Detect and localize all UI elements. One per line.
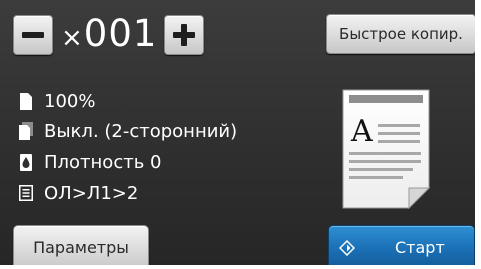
preview-letter: A	[351, 114, 373, 149]
start-diamond-icon	[338, 239, 356, 256]
page-size-icon	[18, 92, 34, 110]
screen-bezel-right	[475, 0, 481, 269]
quick-copy-label: Быстрое копир.	[339, 25, 463, 43]
decrease-copies-button[interactable]	[13, 15, 53, 55]
copy-screen: × 001 Быстрое копир. 100% Выкл. (2-сторо…	[0, 0, 481, 269]
setting-row-layout: ОЛ>Л1>2	[18, 181, 138, 205]
copy-count: × 001	[61, 12, 157, 56]
increase-copies-button[interactable]	[164, 15, 204, 55]
options-button[interactable]: Параметры	[13, 225, 149, 269]
start-label: Старт	[395, 238, 445, 257]
setting-text-enlarge: 100%	[44, 90, 96, 112]
minus-icon	[22, 24, 44, 46]
start-button[interactable]: Старт	[328, 225, 475, 269]
plus-icon	[173, 24, 195, 46]
setting-row-enlarge: 100%	[18, 89, 95, 113]
quick-copy-button[interactable]: Быстрое копир.	[326, 14, 476, 54]
density-drop-icon	[18, 153, 34, 171]
setting-text-layout: ОЛ>Л1>2	[44, 182, 139, 204]
setting-row-density: Плотность 0	[18, 150, 161, 174]
copy-count-prefix: ×	[61, 23, 83, 53]
setting-text-duplex: Выкл. (2-сторонний)	[44, 120, 238, 142]
options-label: Параметры	[33, 238, 129, 257]
layout-list-icon	[18, 184, 34, 202]
copy-count-value: 001	[83, 12, 158, 55]
setting-text-density: Плотность 0	[44, 151, 162, 173]
screen-bezel-bottom	[0, 265, 481, 269]
setting-row-duplex: Выкл. (2-сторонний)	[18, 119, 237, 143]
duplex-icon	[18, 122, 34, 140]
document-preview: A	[341, 88, 431, 210]
